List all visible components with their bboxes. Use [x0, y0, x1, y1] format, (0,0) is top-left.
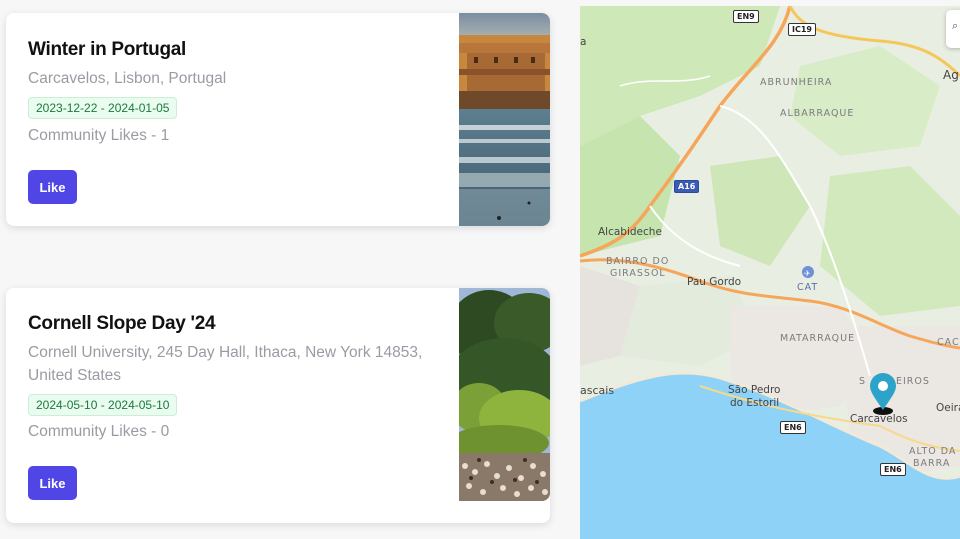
map-label: BARRA — [913, 458, 951, 469]
map-label: GIRASSOL — [610, 268, 666, 279]
search-icon: ⌕ — [952, 20, 959, 32]
map-label: Carcavelos — [850, 413, 908, 425]
map-label: São Pedro — [728, 384, 781, 396]
community-likes: Community Likes - 0 — [28, 423, 170, 440]
map-label: ABRUNHEIRA — [760, 77, 833, 88]
map-label: EIROS — [896, 376, 930, 387]
tree-crowd-photo — [459, 288, 550, 501]
page: Winter in Portugal Carcavelos, Lisbon, P… — [0, 0, 960, 539]
event-date-badge: 2024-05-10 - 2024-05-10 — [28, 394, 178, 416]
event-image — [459, 288, 550, 501]
map-label: BAIRRO DO — [606, 256, 670, 267]
event-image — [459, 13, 550, 226]
event-title: Cornell Slope Day '24 — [28, 313, 216, 334]
map-label: MATARRAQUE — [780, 333, 856, 344]
map-label: ALBARRAQUE — [780, 108, 855, 119]
map-label: ALTO DA — [909, 446, 957, 457]
map-label: S — [859, 376, 867, 387]
event-card: Winter in Portugal Carcavelos, Lisbon, P… — [6, 13, 550, 226]
map-label: CAT — [797, 282, 819, 293]
event-date-badge: 2023-12-22 - 2024-01-05 — [28, 97, 178, 119]
road-shield: EN9 — [733, 10, 759, 23]
event-location-line: Cornell University, 245 Day Hall, Ithaca… — [28, 344, 423, 361]
community-likes: Community Likes - 1 — [28, 127, 170, 144]
like-button[interactable]: Like — [28, 170, 77, 204]
map-label: Alcabideche — [598, 226, 662, 238]
svg-text:✈: ✈ — [804, 269, 811, 278]
map-label: ascais — [580, 384, 615, 397]
location-pin-icon[interactable] — [870, 376, 896, 414]
fort-beach-photo — [459, 13, 550, 226]
event-title: Winter in Portugal — [28, 39, 187, 60]
road-shield: A16 — [674, 180, 700, 193]
map-label: a — [580, 36, 587, 48]
road-shield: EN6 — [780, 421, 806, 434]
event-location: Carcavelos, Lisbon, Portugal — [28, 70, 227, 87]
map-control-button[interactable]: ⌕ — [946, 10, 960, 48]
road-shield: EN6 — [880, 463, 906, 476]
map-label: CAC — [937, 337, 960, 348]
event-location-line: United States — [28, 367, 122, 384]
map-view[interactable]: ✈ EN9 IC19 A16 EN6 EN6 a ABRUNHEIRA ALBA… — [580, 6, 960, 539]
road-shield: IC19 — [788, 23, 816, 36]
event-card: Cornell Slope Day '24 Cornell University… — [6, 288, 550, 523]
like-button[interactable]: Like — [28, 466, 77, 500]
map-label: Ag — [943, 68, 959, 82]
map-label: Pau Gordo — [687, 276, 742, 288]
map-label: do Estoril — [730, 397, 780, 409]
map-label: Oeira — [936, 402, 960, 414]
